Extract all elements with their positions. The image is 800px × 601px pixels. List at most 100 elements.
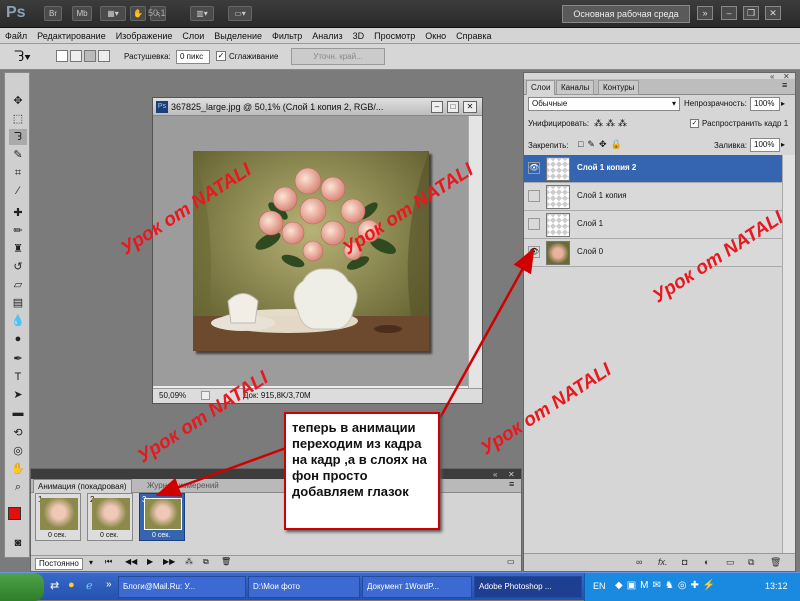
anim-close-icon[interactable]: ✕ xyxy=(508,470,515,479)
trash-icon[interactable]: 🗑 xyxy=(770,557,781,568)
foreground-color-swatch[interactable] xyxy=(8,507,21,520)
taskbar-item-active[interactable]: Adobe Photoshop ... xyxy=(474,576,582,598)
opacity-dropdown-icon[interactable]: ▸ xyxy=(781,99,785,108)
new-selection-icon[interactable] xyxy=(56,50,68,62)
layers-scrollbar[interactable] xyxy=(782,155,795,553)
close-icon[interactable]: ✕ xyxy=(765,6,781,20)
quicklaunch-icon[interactable]: ⇄ xyxy=(50,579,59,592)
menu-select[interactable]: Выделение xyxy=(209,28,267,44)
loop-select[interactable]: Постоянно xyxy=(35,558,83,570)
fx-icon[interactable]: fx. xyxy=(658,557,668,567)
panel-menu-icon[interactable]: ≡ xyxy=(782,80,787,90)
3d-rotate-tool-icon[interactable]: ⟲ xyxy=(9,425,27,441)
lasso-icon[interactable]: ᘊ▾ xyxy=(14,48,31,65)
tween-icon[interactable]: ⁂ xyxy=(185,557,193,566)
tab-animation[interactable]: Анимация (покадровая) xyxy=(33,479,132,493)
unify-icons[interactable]: ⁂⁂⁂ xyxy=(594,118,630,129)
lasso-tool-icon[interactable]: ᘊ xyxy=(9,129,27,145)
new-layer-icon[interactable]: ⧉ xyxy=(748,557,754,568)
menu-help[interactable]: Справка xyxy=(451,28,496,44)
menu-view[interactable]: Просмотр xyxy=(369,28,420,44)
screen-mode-icon[interactable]: ▭▾ xyxy=(228,6,252,21)
doc-minimize-icon[interactable]: – xyxy=(431,101,443,113)
dodge-tool-icon[interactable]: ● xyxy=(9,331,27,347)
subtract-selection-icon[interactable] xyxy=(84,50,96,62)
hand-icon[interactable]: ✋ xyxy=(130,6,146,21)
blend-mode-select[interactable]: Обычные ▾ xyxy=(528,97,680,111)
layer-row[interactable]: Слой 1 копия xyxy=(524,183,795,211)
status-icon[interactable] xyxy=(201,391,210,400)
start-button[interactable] xyxy=(0,573,44,601)
menu-edit[interactable]: Редактирование xyxy=(32,28,111,44)
move-tool-icon[interactable]: ✥ xyxy=(9,93,27,109)
previous-frame-icon[interactable]: ◀◀ xyxy=(125,557,137,566)
eraser-tool-icon[interactable]: ▱ xyxy=(9,277,27,293)
tab-measurement-log[interactable]: Журнал измерений xyxy=(143,479,223,492)
tab-channels[interactable]: Каналы xyxy=(556,80,595,95)
adjustment-icon[interactable]: ◐ xyxy=(704,557,709,567)
zoom-level[interactable]: 50,1 xyxy=(148,8,166,18)
anim-collapse-icon[interactable]: « xyxy=(493,470,497,479)
visibility-eye-icon[interactable]: 👁 xyxy=(528,246,540,258)
menu-image[interactable]: Изображение xyxy=(111,28,178,44)
marquee-tool-icon[interactable]: ⬚ xyxy=(9,111,27,127)
lock-icons[interactable]: □✎✥🔒 xyxy=(578,139,626,150)
expand-quicklaunch-icon[interactable]: » xyxy=(106,579,112,590)
document-zoom[interactable]: 50,09% xyxy=(159,389,186,403)
bridge-button[interactable]: Br xyxy=(44,6,62,21)
quick-mask-icon[interactable]: ◙ xyxy=(9,535,27,551)
3d-orbit-tool-icon[interactable]: ◎ xyxy=(9,443,27,459)
workspace-switcher[interactable]: Основная рабочая среда xyxy=(562,5,690,23)
zoom-tool-icon[interactable]: ⌕ xyxy=(9,479,27,495)
menu-3d[interactable]: 3D xyxy=(348,28,370,44)
fill-dropdown-icon[interactable]: ▸ xyxy=(781,140,785,149)
layer-row[interactable]: 👁 Слой 1 копия 2 xyxy=(524,155,795,183)
tab-layers[interactable]: Слои xyxy=(526,80,556,95)
tab-paths[interactable]: Контуры xyxy=(598,80,640,95)
menu-layers[interactable]: Слои xyxy=(177,28,209,44)
type-tool-icon[interactable]: T xyxy=(9,369,27,385)
loop-dropdown-icon[interactable]: ▾ xyxy=(89,558,93,567)
animation-menu-icon[interactable]: ≡ xyxy=(509,479,514,489)
restore-icon[interactable]: ❐ xyxy=(743,6,759,20)
folder-icon[interactable]: ▭ xyxy=(726,557,735,568)
tray-icons[interactable]: ◆▣M✉♞◎✚⚡ xyxy=(615,580,719,591)
propagate-checkbox[interactable]: ✓ xyxy=(690,119,699,128)
history-brush-tool-icon[interactable]: ↺ xyxy=(9,259,27,275)
document-title-bar[interactable]: Ps 367825_large.jpg @ 50,1% (Слой 1 копи… xyxy=(153,98,482,116)
visibility-empty-icon[interactable] xyxy=(528,190,540,202)
frame-delay[interactable]: 0 сек. xyxy=(100,532,118,539)
menu-window[interactable]: Окно xyxy=(420,28,451,44)
next-frame-icon[interactable]: ▶▶ xyxy=(163,557,175,566)
antialias-checkbox[interactable]: ✓ xyxy=(216,51,226,61)
document-vertical-scrollbar[interactable] xyxy=(468,116,482,388)
menu-file[interactable]: Файл xyxy=(0,28,32,44)
blur-tool-icon[interactable]: 💧 xyxy=(9,313,27,329)
fill-input[interactable]: 100% xyxy=(750,138,780,152)
crop-tool-icon[interactable]: ⌗ xyxy=(9,165,27,181)
visibility-empty-icon[interactable] xyxy=(528,218,540,230)
gradient-tool-icon[interactable]: ▤ xyxy=(9,295,27,311)
shape-tool-icon[interactable]: ▬ xyxy=(9,405,27,421)
animation-frame-selected[interactable]: 3 0 сек. xyxy=(139,493,185,541)
clone-stamp-tool-icon[interactable]: ♜ xyxy=(9,241,27,257)
opacity-input[interactable]: 100% xyxy=(750,97,780,111)
firefox-icon[interactable]: ● xyxy=(68,579,75,591)
intersect-selection-icon[interactable] xyxy=(98,50,110,62)
minimize-icon[interactable]: – xyxy=(721,6,737,20)
pen-tool-icon[interactable]: ✒ xyxy=(9,351,27,367)
refine-edge-button[interactable]: Уточн. край... xyxy=(291,48,385,65)
canvas-area[interactable] xyxy=(153,116,468,386)
feather-input[interactable]: 0 пикс xyxy=(176,50,210,64)
frame-delay[interactable]: 0 сек. xyxy=(48,532,66,539)
animation-frame[interactable]: 2 0 сек. xyxy=(87,493,133,541)
delete-frame-icon[interactable]: 🗑 xyxy=(221,557,231,566)
mask-icon[interactable]: ◘ xyxy=(682,557,687,567)
link-icon[interactable]: ∞ xyxy=(636,557,642,567)
view-extras-icon[interactable]: ▦▾ xyxy=(100,6,126,21)
quick-select-tool-icon[interactable]: ✎ xyxy=(9,147,27,163)
animation-frame[interactable]: 1 0 сек. xyxy=(35,493,81,541)
timeline-switch-icon[interactable]: ▭ xyxy=(507,557,515,566)
ie-icon[interactable]: ℯ xyxy=(86,579,93,592)
eyedropper-tool-icon[interactable]: ⁄ xyxy=(9,183,27,199)
